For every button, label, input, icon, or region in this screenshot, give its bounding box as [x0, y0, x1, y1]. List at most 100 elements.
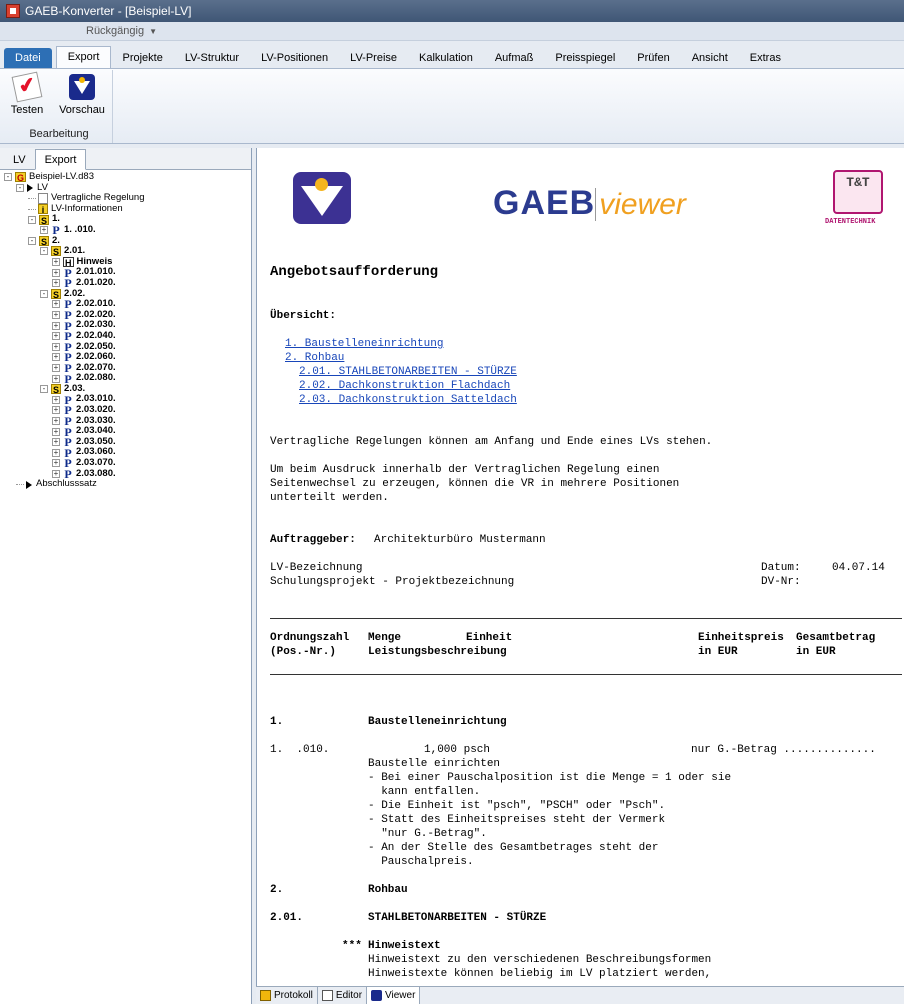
- pos-price: nur G.-Betrag ..............: [691, 744, 876, 756]
- tree-connector: [28, 208, 36, 210]
- collapse-icon[interactable]: -: [28, 236, 36, 245]
- tree-node[interactable]: + P 2.01.010.: [0, 267, 251, 279]
- client-value: Architekturbüro Mustermann: [374, 534, 546, 546]
- preview-label: Vorschau: [59, 104, 105, 116]
- ribbon-tab-projekte[interactable]: Projekte: [111, 48, 173, 68]
- expand-icon[interactable]: +: [52, 374, 60, 383]
- tree-node[interactable]: + P 2.02.030.: [0, 320, 251, 332]
- expand-icon[interactable]: +: [52, 416, 60, 425]
- test-label: Testen: [10, 104, 44, 116]
- preview-button[interactable]: Vorschau: [53, 74, 111, 116]
- pos-number: 1. .010.: [270, 744, 330, 756]
- undo-button[interactable]: Rückgängig: [86, 25, 144, 37]
- tree-node[interactable]: - S 2.: [0, 235, 251, 247]
- collapse-icon[interactable]: -: [28, 215, 36, 224]
- tree-node[interactable]: + P 2.03.020.: [0, 404, 251, 416]
- collapse-icon[interactable]: -: [16, 183, 24, 192]
- ribbon-tab-kalkulation[interactable]: Kalkulation: [408, 48, 484, 68]
- ribbon-tab-preisspiegel[interactable]: Preisspiegel: [544, 48, 626, 68]
- ribbon-tab-lv-positionen[interactable]: LV-Positionen: [250, 48, 339, 68]
- tree-node[interactable]: + P 2.01.020.: [0, 277, 251, 289]
- tab-viewer[interactable]: Viewer: [367, 986, 421, 1004]
- ribbon-tab-aufmaß[interactable]: Aufmaß: [484, 48, 545, 68]
- ribbon-tab-extras[interactable]: Extras: [739, 48, 792, 68]
- tree-node[interactable]: Abschlusssatz: [0, 479, 251, 490]
- toc-link-202[interactable]: 2.02. Dachkonstruktion Flachdach: [299, 380, 510, 392]
- date-label: Datum:: [761, 562, 801, 574]
- tab-viewer-label: Viewer: [385, 990, 416, 1001]
- tree-node-label: 1. .010.: [64, 223, 96, 235]
- tree-node[interactable]: + P 2.02.020.: [0, 309, 251, 321]
- vr-para-line: Seitenwechsel zu erzeugen, können die VR…: [270, 478, 680, 490]
- tree-node[interactable]: + P 2.03.070.: [0, 457, 251, 469]
- expand-icon[interactable]: +: [52, 363, 60, 372]
- expand-icon[interactable]: +: [52, 438, 60, 447]
- tree-node[interactable]: + H Hinweis: [0, 256, 251, 268]
- tree-node[interactable]: + P 2.03.060.: [0, 447, 251, 459]
- expand-icon[interactable]: +: [52, 258, 60, 267]
- qat-dropdown-icon[interactable]: ▼: [149, 27, 157, 36]
- expand-icon[interactable]: +: [52, 300, 60, 309]
- toc-link-203[interactable]: 2.03. Dachkonstruktion Satteldach: [299, 394, 517, 406]
- tree-connector: [16, 484, 24, 486]
- tree-node[interactable]: Vertragliche Regelung: [0, 193, 251, 204]
- toc-link-201[interactable]: 2.01. STAHLBETONARBEITEN - STÜRZE: [299, 366, 517, 378]
- ribbon-tab-lv-preise[interactable]: LV-Preise: [339, 48, 408, 68]
- expand-icon[interactable]: +: [52, 395, 60, 404]
- document-viewer: GAEB viewer T&T DATENTECHNIK Angebotsauff…: [256, 148, 904, 986]
- divider: [270, 618, 902, 619]
- expand-icon[interactable]: +: [52, 459, 60, 468]
- ribbon-tab-ansicht[interactable]: Ansicht: [681, 48, 739, 68]
- toc-link-1[interactable]: 1. Baustelleneinrichtung: [285, 338, 443, 350]
- ribbon-tab-export[interactable]: Export: [55, 46, 112, 68]
- overview-label: Übersicht:: [270, 310, 337, 322]
- tree-node[interactable]: + P 1. .010.: [0, 223, 251, 236]
- toc-link-2[interactable]: 2. Rohbau: [285, 352, 344, 364]
- tree-node[interactable]: - S 2.03.: [0, 383, 251, 395]
- tree-node[interactable]: i LV-Informationen: [0, 203, 251, 215]
- tree-node[interactable]: - S 1.: [0, 214, 251, 226]
- tree-node[interactable]: + P 2.02.070.: [0, 362, 251, 374]
- collapse-icon[interactable]: -: [4, 173, 12, 182]
- tree-node[interactable]: + P 2.02.040.: [0, 330, 251, 342]
- tab-editor[interactable]: Editor: [318, 986, 368, 1004]
- collapse-icon[interactable]: -: [40, 385, 48, 394]
- expand-icon[interactable]: +: [52, 448, 60, 457]
- panel-tab-lv[interactable]: LV: [4, 151, 35, 169]
- test-button[interactable]: Testen: [7, 71, 47, 116]
- panel-tab-export[interactable]: Export: [34, 149, 87, 170]
- tree-node[interactable]: + P 2.03.040.: [0, 426, 251, 438]
- tree-node[interactable]: + P 2.02.050.: [0, 341, 251, 353]
- expand-icon[interactable]: +: [52, 311, 60, 320]
- tree-node[interactable]: + P 2.02.010.: [0, 298, 251, 310]
- ribbon-tabs: Datei Export Projekte LV-Struktur LV-Positio…: [0, 46, 904, 68]
- expand-icon[interactable]: +: [52, 332, 60, 341]
- tab-protokoll[interactable]: Protokoll: [256, 986, 318, 1004]
- ribbon-tab-datei[interactable]: Datei: [4, 48, 52, 68]
- doc-heading: Angebotsaufforderung: [270, 264, 439, 280]
- collapse-icon[interactable]: -: [40, 247, 48, 256]
- expand-icon[interactable]: +: [52, 268, 60, 277]
- tree-node[interactable]: + P 2.02.060.: [0, 351, 251, 363]
- expand-icon[interactable]: +: [52, 469, 60, 478]
- pos-text-line: Baustelle einrichten: [368, 758, 501, 770]
- collapse-icon[interactable]: -: [40, 289, 48, 298]
- expand-icon[interactable]: +: [40, 226, 48, 235]
- tree-node[interactable]: + P 2.03.010.: [0, 394, 251, 406]
- expand-icon[interactable]: +: [52, 342, 60, 351]
- th-leistung: Leistungsbeschreibung: [368, 646, 507, 658]
- ribbon-tab-lv-struktur[interactable]: LV-Struktur: [174, 48, 250, 68]
- expand-icon[interactable]: +: [52, 427, 60, 436]
- tree-node[interactable]: + P 2.03.050.: [0, 436, 251, 448]
- tree-node[interactable]: + P 2.02.080.: [0, 373, 251, 385]
- tree-node[interactable]: + P 2.03.030.: [0, 415, 251, 427]
- tree-node[interactable]: - S 2.01.: [0, 246, 251, 257]
- tree-node[interactable]: - S 2.02.: [0, 288, 251, 300]
- expand-icon[interactable]: +: [52, 321, 60, 330]
- th-gesamtbetrag: Gesamtbetrag: [796, 632, 876, 644]
- tree-node[interactable]: - G Beispiel-LV.d83: [0, 171, 251, 183]
- expand-icon[interactable]: +: [52, 406, 60, 415]
- expand-icon[interactable]: +: [52, 353, 60, 362]
- expand-icon[interactable]: +: [52, 279, 60, 288]
- ribbon-tab-prüfen[interactable]: Prüfen: [626, 48, 680, 68]
